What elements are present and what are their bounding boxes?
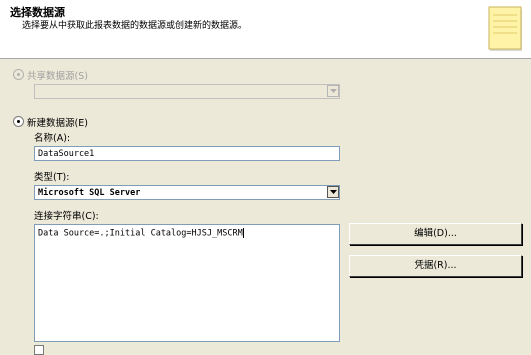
text-caret xyxy=(242,228,244,238)
new-source-radio[interactable] xyxy=(13,116,24,127)
connection-value: Data Source=.;Initial Catalog=HJSJ_MSCRM xyxy=(38,228,243,239)
page-subtitle: 选择要从中获取此报表数据的数据源或创建新的数据源。 xyxy=(22,21,248,31)
note-icon xyxy=(488,6,522,51)
bottom-checkbox[interactable] xyxy=(34,345,44,355)
edit-button[interactable]: 编辑(D)... xyxy=(349,223,522,245)
connection-string-input[interactable]: Data Source=.;Initial Catalog=HJSJ_MSCRM xyxy=(34,224,340,342)
chevron-down-icon[interactable] xyxy=(327,186,339,198)
type-select[interactable]: Microsoft SQL Server xyxy=(34,185,340,200)
new-source-label: 新建数据源(E) xyxy=(27,118,88,129)
shared-source-dropdown[interactable] xyxy=(34,84,340,99)
shared-source-label: 共享数据源(S) xyxy=(27,71,88,82)
type-label: 类型(T): xyxy=(34,172,70,183)
shared-source-radio[interactable] xyxy=(13,69,24,80)
connection-label: 连接字符串(C): xyxy=(34,211,99,222)
chevron-down-icon[interactable] xyxy=(327,85,339,97)
type-value: Microsoft SQL Server xyxy=(38,188,141,198)
name-value: DataSource1 xyxy=(38,149,95,159)
wizard-header: 选择数据源 选择要从中获取此报表数据的数据源或创建新的数据源。 xyxy=(0,0,531,59)
credentials-button[interactable]: 凭据(R)... xyxy=(349,255,522,277)
name-label: 名称(A): xyxy=(34,133,71,144)
name-field[interactable]: DataSource1 xyxy=(34,146,340,161)
